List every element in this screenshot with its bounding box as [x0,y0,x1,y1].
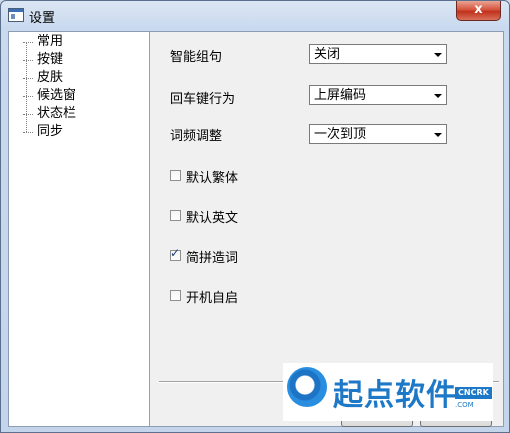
checkbox-label: 简拼造词 [186,251,239,266]
tree-item-sync[interactable]: 同步 [23,123,63,141]
checkbox-label: 默认繁体 [186,171,239,186]
tree-item-label: 状态栏 [37,106,77,121]
close-button[interactable]: x [456,1,501,21]
checkbox-box[interactable] [170,290,181,301]
chevron-down-icon [434,94,442,98]
watermark-badge: CNCRK [455,387,492,399]
watermark-url: .COM [455,401,474,409]
word-frequency-select[interactable]: 一次到顶 [309,124,447,144]
word-frequency-label: 词频调整 [170,129,223,144]
category-tree: 常用 按键 皮肤 候选窗 状态栏 同步 [9,32,150,426]
tree-branch-line [23,42,33,43]
tree-branch-line [23,132,33,133]
smart-sentence-select[interactable]: 关闭 [309,44,447,64]
checkbox-box[interactable] [170,170,181,181]
window-title: 设置 [29,11,56,26]
app-window-icon [8,8,24,22]
tree-item-candidate-window[interactable]: 候选窗 [23,87,76,105]
tree-item-skin[interactable]: 皮肤 [23,69,63,87]
watermark-text: 起点软件 [333,378,457,413]
tree-branch-line [23,114,33,115]
select-value: 关闭 [314,47,341,62]
tree-item-label: 常用 [37,34,64,49]
tree-branch-line [23,78,33,79]
chevron-down-icon [434,53,442,57]
tree-item-label: 皮肤 [37,70,64,85]
tree-item-general[interactable]: 常用 [23,33,63,51]
settings-window: 设置 x 常用 按键 皮肤 候选窗 状态栏 同步 智能组句 关闭 回车键行为 上… [0,0,510,433]
watermark-swirl-icon [287,367,327,407]
enter-key-select[interactable]: 上屏编码 [309,85,447,105]
title-bar[interactable]: 设置 x [1,1,509,31]
tree-item-label: 候选窗 [37,88,77,103]
chevron-down-icon [434,133,442,137]
tree-item-label: 同步 [37,124,64,139]
select-value: 一次到顶 [314,127,367,142]
watermark-logo: 起点软件 CNCRK .COM [283,363,493,421]
tree-item-status-bar[interactable]: 状态栏 [23,105,76,123]
tree-branch-line [23,60,33,61]
checkbox-box[interactable]: ✓ [170,246,181,261]
tree-item-keys[interactable]: 按键 [23,51,63,69]
check-mark-icon: ✓ [170,246,181,260]
checkbox-box[interactable] [170,210,181,221]
smart-sentence-label: 智能组句 [170,50,223,65]
checkbox-label: 默认英文 [186,211,239,226]
tree-item-label: 按键 [37,52,64,67]
checkbox-label: 开机自启 [186,291,239,306]
enter-key-label: 回车键行为 [170,92,236,107]
tree-branch-line [23,96,33,97]
select-value: 上屏编码 [314,88,367,103]
